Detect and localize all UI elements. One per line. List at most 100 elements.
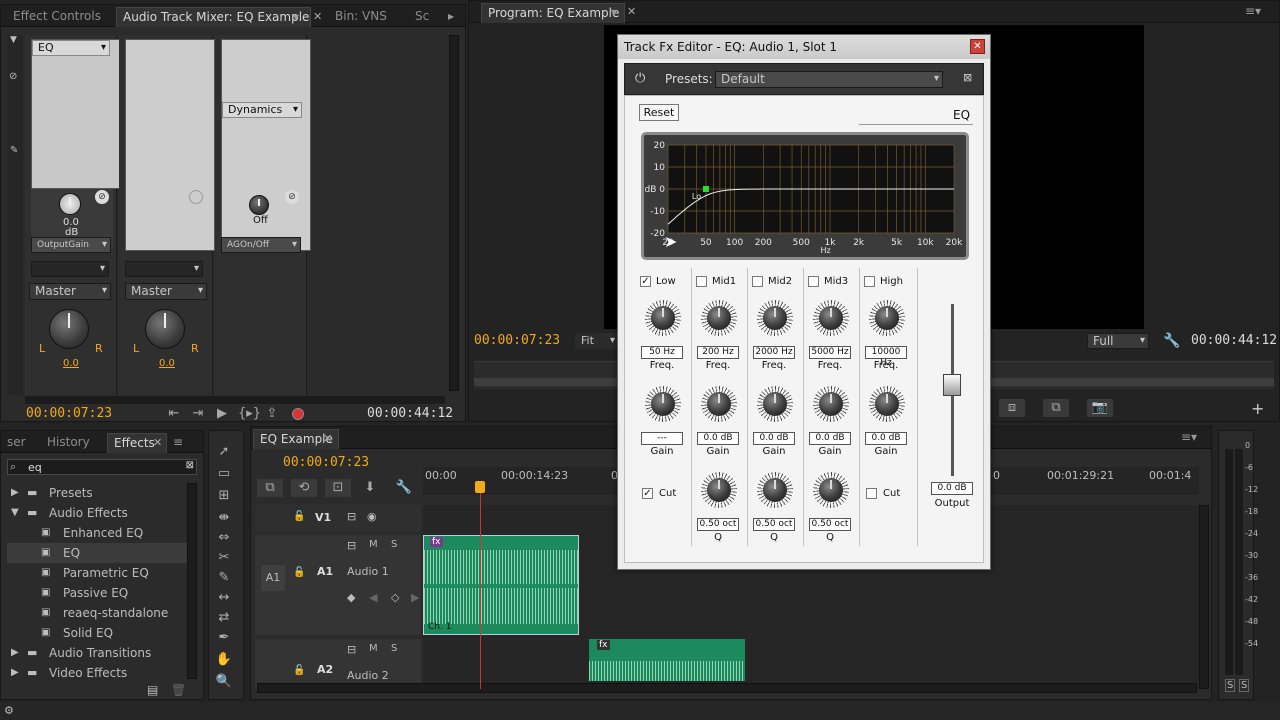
tab-audio-track-mixer[interactable]: Audio Track Mixer: EQ Example	[116, 7, 311, 27]
window-close-button[interactable]: ✕	[970, 39, 985, 54]
triangle-icon[interactable]: ▼	[10, 35, 17, 45]
gain-knob[interactable]	[645, 386, 681, 422]
pan-value[interactable]: 0.0	[159, 358, 175, 369]
send-slot[interactable]	[31, 261, 109, 277]
power-icon[interactable]: ⏻	[635, 71, 645, 86]
band-low-checkbox[interactable]: ✓	[640, 276, 651, 287]
eq-curve-svg[interactable]: 2010dB 0-10-2020 50 100 200 500 1k 2k 5k 10k 20kH…	[644, 135, 966, 257]
pan-value[interactable]: 0.0	[63, 358, 79, 369]
effect-slot-dynamics[interactable]: Dynamics	[222, 102, 302, 118]
close-icon[interactable]: ✕	[153, 436, 162, 449]
resolution-select[interactable]: Full	[1087, 333, 1149, 349]
delete-icon[interactable]: 🗑	[171, 683, 186, 697]
snap-icon[interactable]: ⧉	[257, 479, 283, 497]
lock-icon[interactable]: 🔓	[293, 665, 305, 676]
effects-item[interactable]: ▣ Parametric EQ	[7, 563, 187, 583]
extract-icon[interactable]: ⧉	[1043, 399, 1069, 417]
freq-value[interactable]: 2000 Hz	[753, 346, 795, 359]
output-fader-handle[interactable]	[943, 374, 961, 396]
go-to-in-icon[interactable]: ⇤	[166, 405, 182, 423]
band-high-checkbox[interactable]	[864, 276, 875, 287]
freq-value[interactable]: 200 Hz	[697, 346, 739, 359]
q-value[interactable]: 0.50 oct	[753, 518, 795, 531]
q-knob[interactable]	[701, 472, 737, 508]
low-band-handle[interactable]	[702, 186, 709, 192]
effects-folder[interactable]: ▼ ▬ Audio Effects	[7, 503, 187, 523]
output-select[interactable]: Master	[29, 283, 111, 300]
eq-response-graph[interactable]: 20 10 dB 0 -10 -20 20 50 100 200 500 1k 2k 5k 10k 20k H…	[641, 132, 969, 260]
q-value[interactable]: 0.50 oct	[697, 518, 739, 531]
expand-down-icon[interactable]: ▼	[11, 503, 19, 523]
solo-button[interactable]: S	[391, 643, 397, 654]
q-knob[interactable]	[813, 472, 849, 508]
captions-icon[interactable]: ⊡	[325, 479, 351, 497]
send-slot[interactable]	[125, 261, 203, 277]
pan-knob[interactable]	[49, 309, 89, 349]
tab-menu-icon[interactable]: ▾	[611, 5, 617, 19]
panel-menu-icon[interactable]: ≡	[173, 435, 183, 449]
band-mid1-checkbox[interactable]	[696, 276, 707, 287]
hand-tool-icon[interactable]: ✋	[215, 651, 233, 669]
pan-knob[interactable]	[145, 309, 185, 349]
mixer-scrollbar[interactable]	[449, 35, 459, 391]
lock-icon[interactable]: 🔓	[293, 567, 305, 578]
band-mid2-checkbox[interactable]	[752, 276, 763, 287]
fit-select[interactable]: Fit	[575, 333, 619, 349]
go-to-out-icon[interactable]: ⇥	[190, 405, 206, 423]
mute-button[interactable]: M	[369, 539, 378, 550]
output-gain-knob[interactable]	[59, 193, 81, 215]
effects-item[interactable]: ▣ reaeq-standalone	[7, 603, 187, 623]
freq-value[interactable]: 50 Hz	[641, 346, 683, 359]
gain-value[interactable]: ---	[641, 432, 683, 445]
gain-value[interactable]: 0.0 dB	[809, 432, 851, 445]
close-icon[interactable]: ✕	[313, 10, 322, 23]
export-icon[interactable]: ⇪	[264, 405, 280, 423]
key-icon[interactable]: ⊘	[9, 71, 17, 82]
effects-folder[interactable]: ▶ ▬ Video Effects	[7, 663, 187, 679]
razor-tool-icon[interactable]: ✂	[215, 549, 233, 567]
band-cut-checkbox[interactable]	[866, 488, 877, 499]
output-select[interactable]: Master	[125, 283, 207, 300]
freq-value[interactable]: 10000 Hz	[865, 346, 907, 368]
effects-item[interactable]: ▣ EQ	[7, 543, 187, 563]
gain-knob[interactable]	[813, 386, 849, 422]
keyframe-icon[interactable]: ◆	[347, 591, 355, 604]
timeline-timecode[interactable]: 00:00:07:23	[283, 455, 369, 470]
lift-icon[interactable]: ⧈	[999, 399, 1025, 417]
prev-keyframe-icon[interactable]: ◀	[369, 591, 377, 604]
playhead-marker-icon[interactable]	[475, 481, 485, 493]
expand-right-icon[interactable]: ▶	[11, 483, 19, 503]
freq-knob[interactable]	[869, 300, 905, 336]
wrench-icon[interactable]: 🔧	[395, 479, 413, 497]
next-keyframe-icon[interactable]: ▶	[411, 591, 419, 604]
window-title[interactable]: Track Fx Editor - EQ: Audio 1, Slot 1	[618, 35, 990, 59]
expand-right-icon[interactable]: ▶	[11, 663, 19, 679]
tab-program[interactable]: Program: EQ Example	[481, 3, 625, 23]
slip-tool-icon[interactable]: ✎	[215, 569, 233, 587]
gain-value[interactable]: 0.0 dB	[697, 432, 739, 445]
track-id[interactable]: V1	[315, 511, 331, 524]
gain-knob[interactable]	[869, 386, 905, 422]
play-icon[interactable]: ▶	[214, 405, 230, 423]
effects-item[interactable]: ▣ Enhanced EQ	[7, 523, 187, 543]
effects-item[interactable]: ▣ Solid EQ	[7, 623, 187, 643]
zoom-tool-icon[interactable]: 🔍	[215, 673, 233, 691]
mixer-hscroll[interactable]	[25, 396, 445, 404]
eye-icon[interactable]: ◉	[367, 510, 377, 523]
film-icon[interactable]: ⊟	[347, 539, 356, 552]
q-knob[interactable]	[757, 472, 793, 508]
bypass-icon[interactable]: ⊘	[285, 190, 299, 204]
preset-menu-icon[interactable]: ⊠	[963, 71, 972, 84]
tab-menu-icon[interactable]: ▾	[293, 10, 299, 24]
source-patch[interactable]: A1	[261, 565, 285, 591]
tab-history[interactable]: History	[41, 433, 96, 453]
freq-knob[interactable]	[701, 300, 737, 336]
solo-right-button[interactable]: S	[1239, 679, 1250, 692]
linked-selection-icon[interactable]: ⟲	[291, 479, 317, 497]
panel-menu-icon[interactable]: ≡▾	[1245, 4, 1261, 18]
freq-knob[interactable]	[813, 300, 849, 336]
add-button-icon[interactable]: +	[1251, 399, 1264, 418]
solo-left-button[interactable]: S	[1225, 679, 1236, 692]
timeline-hscroll[interactable]	[257, 683, 1197, 693]
tab-browser[interactable]: ser	[1, 433, 32, 453]
